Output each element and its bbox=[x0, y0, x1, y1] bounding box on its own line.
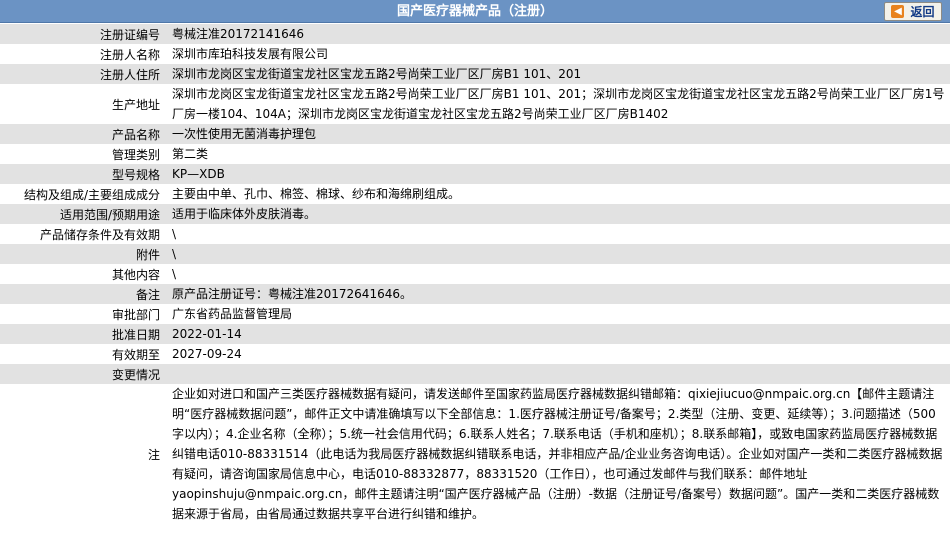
table-row: 结构及组成/主要组成成分 主要由中单、孔巾、棉签、棉球、纱布和海绵刷组成。 bbox=[0, 184, 950, 204]
table-row: 产品名称 一次性使用无菌消毒护理包 bbox=[0, 124, 950, 144]
field-label: 型号规格 bbox=[0, 164, 166, 184]
field-value: 2022-01-14 bbox=[166, 324, 950, 344]
field-label: 注册人住所 bbox=[0, 64, 166, 84]
field-label: 备注 bbox=[0, 284, 166, 304]
field-label: 结构及组成/主要组成成分 bbox=[0, 184, 166, 204]
field-value: 第二类 bbox=[166, 144, 950, 164]
table-row: 批准日期 2022-01-14 bbox=[0, 324, 950, 344]
table-row: 管理类别 第二类 bbox=[0, 144, 950, 164]
field-value: 广东省药品监督管理局 bbox=[166, 304, 950, 324]
field-label: 批准日期 bbox=[0, 324, 166, 344]
table-row: 适用范围/预期用途 适用于临床体外皮肤消毒。 bbox=[0, 204, 950, 224]
field-label: 生产地址 bbox=[0, 84, 166, 124]
notice-row: 注企业如对进口和国产三类医疗器械数据有疑问，请发送邮件至国家药监局医疗器械数据纠… bbox=[0, 384, 950, 524]
field-value: 深圳市龙岗区宝龙街道宝龙社区宝龙五路2号尚荣工业厂区厂房B1 101、201 bbox=[166, 64, 950, 84]
back-arrow-icon: ◀ bbox=[891, 5, 905, 18]
table-row: 变更情况 bbox=[0, 364, 950, 384]
table-row: 附件 \ bbox=[0, 244, 950, 264]
field-label: 管理类别 bbox=[0, 144, 166, 164]
field-label: 注册人名称 bbox=[0, 44, 166, 64]
field-value: \ bbox=[166, 244, 950, 264]
field-value: 原产品注册证号：粤械注准20172641646。 bbox=[166, 284, 950, 304]
field-label: 附件 bbox=[0, 244, 166, 264]
field-value: 深圳市库珀科技发展有限公司 bbox=[166, 44, 950, 64]
back-button-label: 返回 bbox=[910, 5, 935, 19]
field-label: 有效期至 bbox=[0, 344, 166, 364]
table-row: 审批部门 广东省药品监督管理局 bbox=[0, 304, 950, 324]
table-row: 注册证编号 粤械注准20172141646 bbox=[0, 24, 950, 44]
field-value: \ bbox=[166, 264, 950, 284]
field-value: 一次性使用无菌消毒护理包 bbox=[166, 124, 950, 144]
field-value bbox=[166, 364, 950, 384]
field-label: 变更情况 bbox=[0, 364, 166, 384]
table-row: 注册人住所 深圳市龙岗区宝龙街道宝龙社区宝龙五路2号尚荣工业厂区厂房B1 101、… bbox=[0, 64, 950, 84]
table-row: 其他内容 \ bbox=[0, 264, 950, 284]
field-value: KP—XDB bbox=[166, 164, 950, 184]
field-value: 主要由中单、孔巾、棉签、棉球、纱布和海绵刷组成。 bbox=[166, 184, 950, 204]
field-label: 产品名称 bbox=[0, 124, 166, 144]
page-title: 国产医疗器械产品（注册） bbox=[396, 4, 553, 19]
field-value: 深圳市龙岗区宝龙街道宝龙社区宝龙五路2号尚荣工业厂区厂房B1 101、201；深… bbox=[166, 84, 950, 124]
table-row: 有效期至 2027-09-24 bbox=[0, 344, 950, 364]
field-value: 适用于临床体外皮肤消毒。 bbox=[166, 204, 950, 224]
field-value: \ bbox=[166, 224, 950, 244]
notice-text: 企业如对进口和国产三类医疗器械数据有疑问，请发送邮件至国家药监局医疗器械数据纠错… bbox=[166, 384, 950, 524]
field-label: 产品储存条件及有效期 bbox=[0, 224, 166, 244]
title-bar: 国产医疗器械产品（注册） ◀ 返回 bbox=[0, 0, 950, 23]
field-label: 适用范围/预期用途 bbox=[0, 204, 166, 224]
field-label: 注册证编号 bbox=[0, 24, 166, 44]
field-label: 审批部门 bbox=[0, 304, 166, 324]
field-value: 粤械注准20172141646 bbox=[166, 24, 950, 44]
field-label: 其他内容 bbox=[0, 264, 166, 284]
table-row: 产品储存条件及有效期 \ bbox=[0, 224, 950, 244]
table-row: 备注 原产品注册证号：粤械注准20172641646。 bbox=[0, 284, 950, 304]
table-row: 注册人名称 深圳市库珀科技发展有限公司 bbox=[0, 44, 950, 64]
back-button[interactable]: ◀ 返回 bbox=[884, 2, 942, 21]
table-row: 生产地址 深圳市龙岗区宝龙街道宝龙社区宝龙五路2号尚荣工业厂区厂房B1 101、2… bbox=[0, 84, 950, 124]
table-row: 型号规格 KP—XDB bbox=[0, 164, 950, 184]
notice-label: 注 bbox=[0, 384, 166, 524]
product-info-table: 注册证编号 粤械注准20172141646 注册人名称 深圳市库珀科技发展有限公司 注册… bbox=[0, 24, 950, 524]
field-value: 2027-09-24 bbox=[166, 344, 950, 364]
